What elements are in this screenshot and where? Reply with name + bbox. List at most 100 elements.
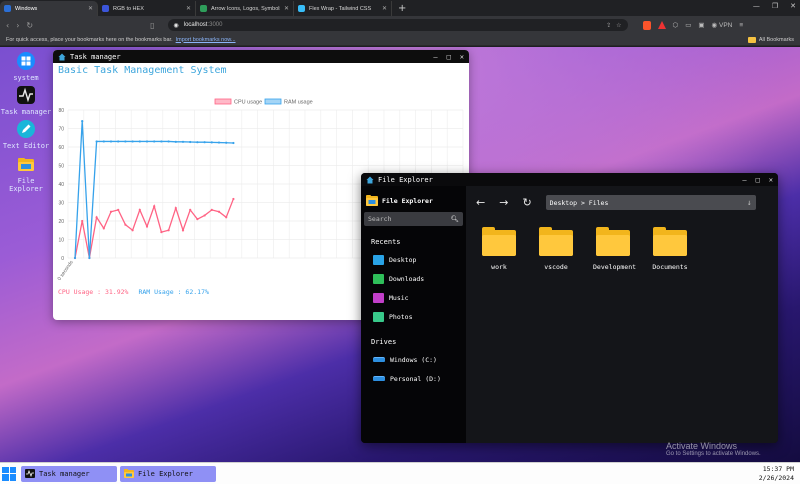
y-tick-label: 30 bbox=[58, 201, 64, 207]
tab-title: RGB to HEX bbox=[113, 5, 144, 12]
desktop-icon-system[interactable]: system bbox=[0, 52, 52, 82]
taskbar-item-task-manager[interactable]: Task manager bbox=[21, 465, 117, 482]
data-point bbox=[174, 206, 177, 210]
browser-tab-flex-wrap[interactable]: Flex Wrap - Tailwind CSS ✕ bbox=[294, 1, 392, 16]
data-point bbox=[232, 141, 235, 145]
import-bookmarks-link[interactable]: Import bookmarks now... bbox=[176, 37, 236, 43]
sidebar-icon[interactable]: ▭ bbox=[685, 21, 691, 29]
system-clock[interactable]: 15:37 PM 2/26/2024 bbox=[759, 465, 798, 483]
data-point bbox=[203, 214, 206, 217]
site-info-icon[interactable]: ◉ bbox=[174, 22, 179, 29]
sidebar-item-drive-c[interactable]: Windows (C:) bbox=[361, 350, 466, 369]
close-tab-icon[interactable]: ✕ bbox=[284, 5, 289, 12]
close-tab-icon[interactable]: ✕ bbox=[88, 5, 93, 12]
desktop-icon-text-editor[interactable]: Text Editor bbox=[0, 120, 52, 150]
data-point bbox=[232, 197, 235, 201]
folder-work[interactable]: work bbox=[479, 227, 519, 271]
data-point bbox=[174, 140, 177, 143]
file-explorer-sidebar: File Explorer 🔍︎ Recents Desktop Downloa… bbox=[361, 186, 466, 443]
browser-tab-strip: Windows ✕ RGB to HEX ✕ Arrow Icons, Logo… bbox=[0, 0, 800, 16]
browser-tab-rgb-to-hex[interactable]: RGB to HEX ✕ bbox=[98, 1, 196, 16]
clock-date: 2/26/2024 bbox=[758, 473, 794, 482]
forward-arrow-icon[interactable]: → bbox=[499, 197, 508, 208]
data-point bbox=[145, 225, 149, 228]
start-button[interactable] bbox=[2, 466, 16, 481]
window-titlebar[interactable]: File Explorer — □ ✕ bbox=[361, 173, 778, 186]
search-icon[interactable]: 🔍︎ bbox=[451, 215, 459, 223]
data-point bbox=[81, 120, 84, 123]
minimize-icon[interactable]: — bbox=[753, 2, 760, 10]
sidebar-item-music[interactable]: Music bbox=[361, 288, 466, 307]
file-explorer-window[interactable]: File Explorer — □ ✕ File Explorer 🔍︎ bbox=[361, 173, 778, 443]
address-bar[interactable]: ◉ localhost:3000 ⇪ ☆ bbox=[167, 19, 628, 31]
x-tick-label: 0 seconds bbox=[57, 259, 75, 280]
clock-time: 15:37 PM bbox=[762, 464, 794, 473]
maximize-icon[interactable]: □ bbox=[447, 53, 451, 61]
search-box[interactable]: 🔍︎ bbox=[364, 212, 463, 226]
drives-heading: Drives bbox=[371, 338, 397, 346]
bookmark-icon[interactable]: ▯ bbox=[150, 21, 154, 30]
legend-label: CPU usage bbox=[234, 100, 262, 106]
back-arrow-icon[interactable]: ‹ bbox=[6, 21, 9, 30]
restore-icon[interactable]: ❐ bbox=[772, 2, 778, 10]
folder-icon bbox=[539, 227, 573, 256]
home-icon bbox=[58, 53, 66, 60]
star-icon[interactable]: ☆ bbox=[616, 22, 621, 29]
url-port: :3000 bbox=[207, 22, 223, 28]
extensions-icon[interactable]: ⬡ bbox=[673, 21, 679, 29]
close-icon[interactable]: ✕ bbox=[790, 2, 796, 10]
sidebar-item-downloads[interactable]: Downloads bbox=[361, 269, 466, 288]
sidebar-item-desktop[interactable]: Desktop bbox=[361, 250, 466, 269]
data-point bbox=[102, 227, 105, 230]
desktop-icon-file-explorer[interactable]: File Explorer bbox=[0, 155, 52, 193]
close-icon[interactable]: ✕ bbox=[460, 53, 464, 61]
all-bookmarks-button[interactable]: All Bookmarks bbox=[747, 36, 794, 43]
forward-arrow-icon[interactable]: › bbox=[16, 21, 19, 30]
brave-rewards-icon[interactable] bbox=[657, 21, 666, 29]
menu-icon[interactable]: ≡ bbox=[739, 22, 743, 29]
data-point bbox=[88, 256, 91, 260]
sidebar-item-photos[interactable]: Photos bbox=[361, 307, 466, 326]
reload-icon[interactable]: ↻ bbox=[26, 21, 33, 30]
wallet-icon[interactable]: ▣ bbox=[698, 21, 704, 29]
data-point bbox=[196, 141, 199, 144]
desktop-icon bbox=[373, 254, 384, 265]
data-point bbox=[131, 140, 134, 143]
close-tab-icon[interactable]: ✕ bbox=[382, 5, 387, 12]
folder-icon bbox=[124, 469, 134, 478]
refresh-icon[interactable]: ↻ bbox=[522, 197, 531, 208]
window-titlebar[interactable]: Task manager — □ ✕ bbox=[53, 50, 469, 63]
legend-swatch bbox=[264, 98, 282, 105]
share-icon[interactable]: ⇪ bbox=[606, 22, 611, 29]
minimize-icon[interactable]: — bbox=[742, 176, 746, 184]
path-bar[interactable]: Desktop > Files ↓ bbox=[545, 195, 756, 210]
data-point bbox=[73, 256, 77, 260]
download-arrow-icon[interactable]: ↓ bbox=[747, 198, 752, 207]
taskbar: Task manager File Explorer 15:37 PM 2/26… bbox=[0, 462, 800, 484]
folder-vscode[interactable]: vscode bbox=[536, 227, 576, 271]
data-point bbox=[225, 216, 228, 219]
browser-tab-arrow-icons[interactable]: Arrow Icons, Logos, Symbols – Free ✕ bbox=[196, 1, 294, 16]
browser-toolbar: ‹ › ↻ ▯ ◉ localhost:3000 ⇪ ☆ ⬡ ▭ ▣ ◉ VPN… bbox=[0, 16, 800, 34]
vpn-badge[interactable]: ◉ VPN bbox=[712, 21, 733, 29]
folder-development[interactable]: Development bbox=[593, 227, 636, 271]
folder-grid: work vscode Development Documents bbox=[466, 210, 778, 271]
y-tick-label: 80 bbox=[58, 108, 64, 114]
maximize-icon[interactable]: □ bbox=[756, 176, 760, 184]
close-icon[interactable]: ✕ bbox=[769, 176, 773, 184]
search-input[interactable] bbox=[368, 215, 448, 223]
folder-documents[interactable]: Documents bbox=[650, 227, 690, 271]
data-point bbox=[138, 140, 141, 143]
sidebar-item-drive-d[interactable]: Personal (D:) bbox=[361, 369, 466, 388]
desktop-icon-task-manager[interactable]: Task manager bbox=[0, 86, 52, 116]
folder-icon bbox=[482, 227, 516, 256]
minimize-icon[interactable]: — bbox=[433, 53, 437, 61]
back-arrow-icon[interactable]: ← bbox=[476, 197, 485, 208]
series-line bbox=[74, 198, 235, 259]
taskbar-item-file-explorer[interactable]: File Explorer bbox=[120, 465, 216, 482]
close-tab-icon[interactable]: ✕ bbox=[186, 5, 191, 12]
new-tab-button[interactable]: + bbox=[392, 2, 412, 16]
brave-shield-icon[interactable] bbox=[642, 20, 651, 30]
tab-title: Windows bbox=[15, 5, 38, 12]
browser-tab-windows[interactable]: Windows ✕ bbox=[0, 1, 98, 16]
